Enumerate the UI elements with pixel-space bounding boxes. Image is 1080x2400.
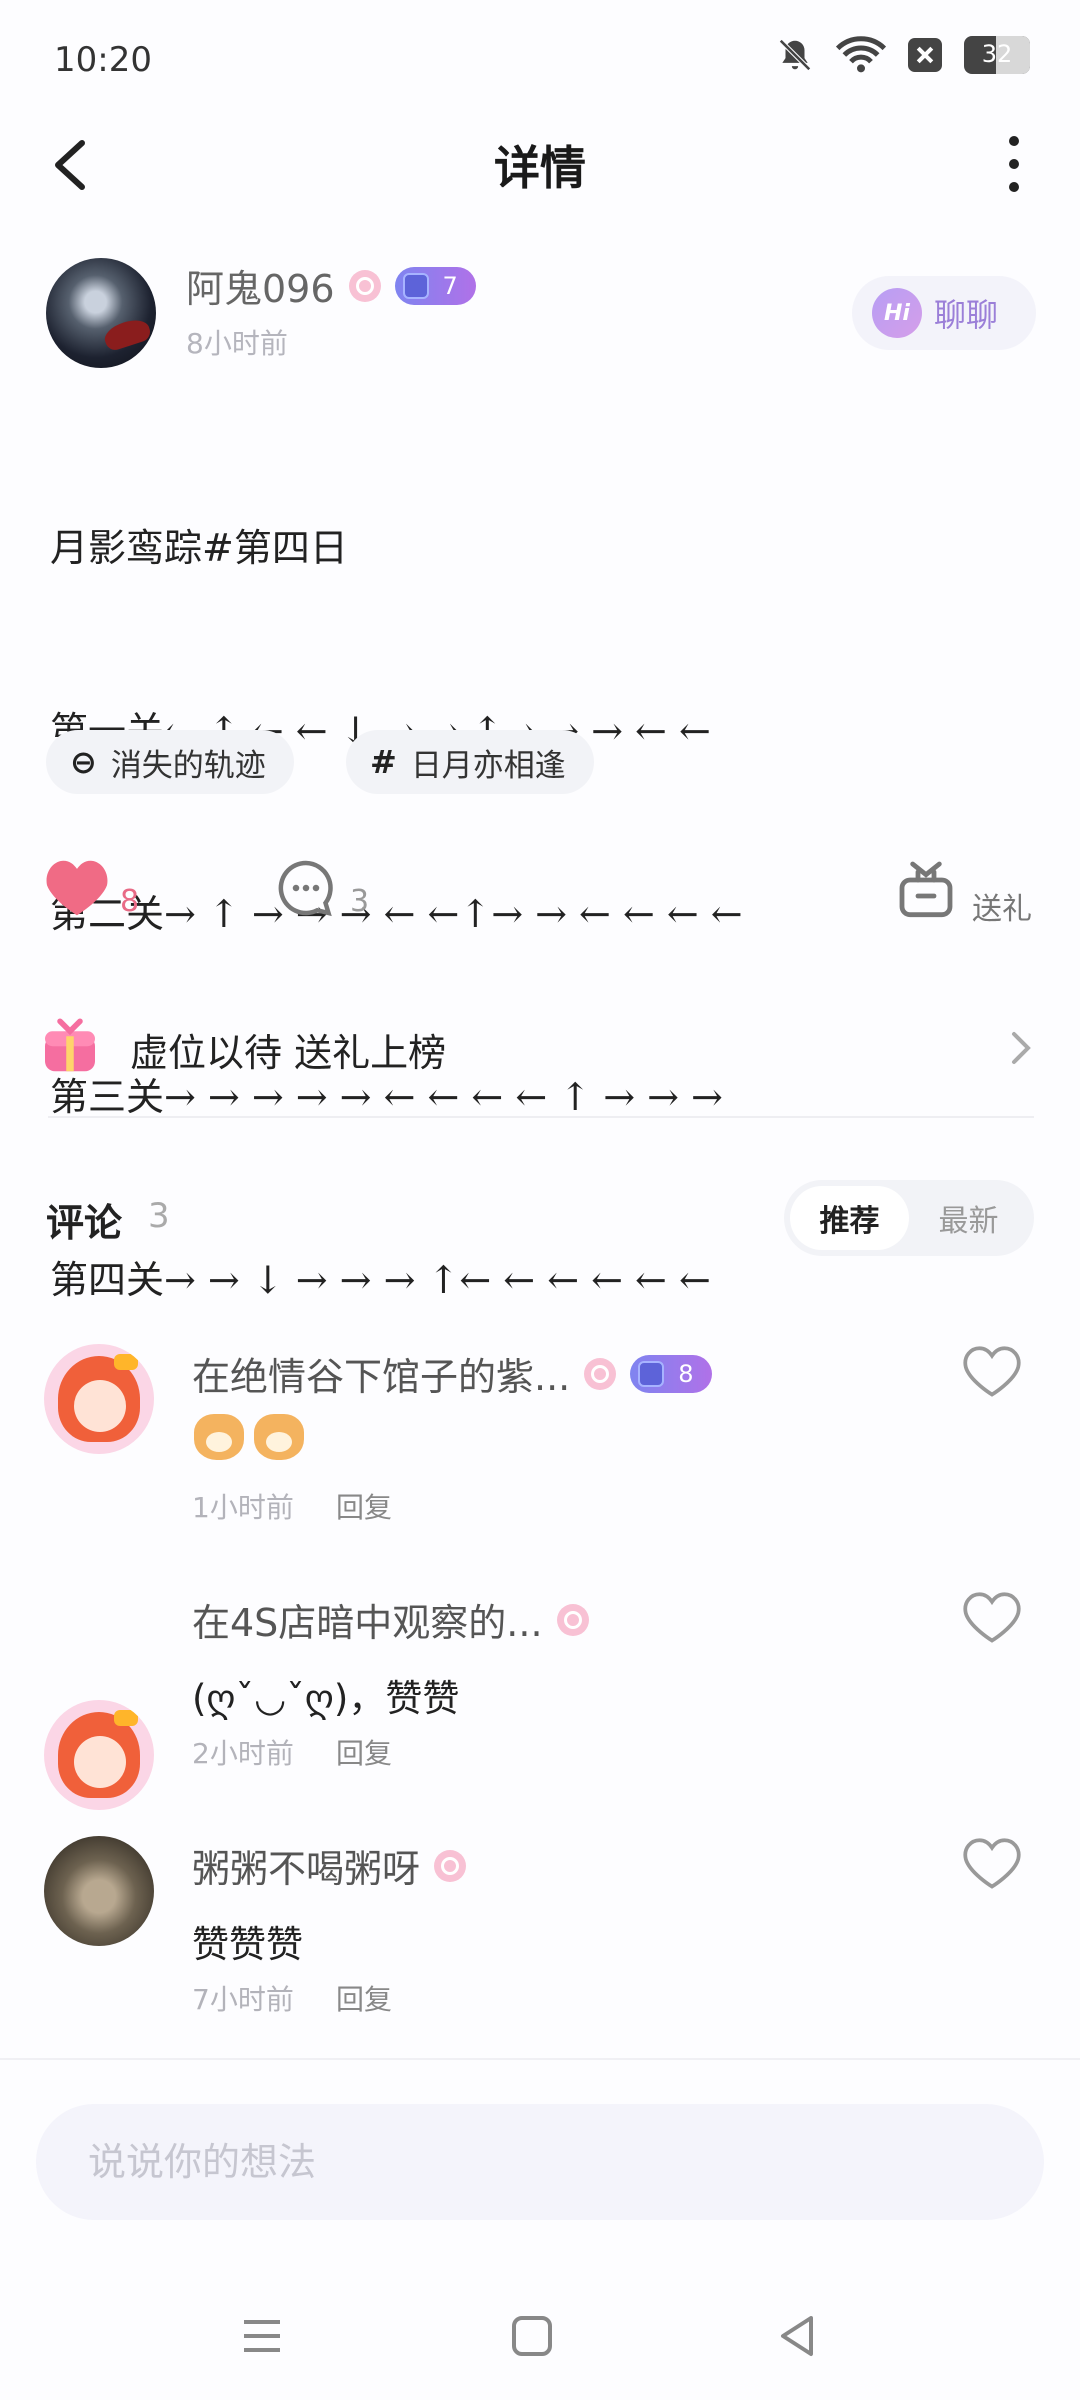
pink-badge-icon bbox=[584, 1357, 617, 1390]
battery-level: 32 bbox=[981, 40, 1013, 68]
comment-emoji bbox=[194, 1414, 304, 1460]
comment-bubble-icon[interactable] bbox=[276, 858, 336, 918]
menu-nav-icon[interactable] bbox=[240, 2316, 284, 2356]
status-time: 10:20 bbox=[54, 40, 152, 80]
reply-button[interactable]: 回复 bbox=[336, 1978, 392, 2018]
author-name[interactable]: 阿鬼096 bbox=[186, 258, 335, 313]
page-title: 详情 bbox=[494, 141, 586, 195]
pink-badge-icon bbox=[556, 1603, 589, 1636]
gem-icon bbox=[402, 272, 429, 299]
status-icons: 32 bbox=[776, 36, 1030, 74]
gift-box-icon bbox=[45, 1018, 95, 1072]
commenter-name[interactable]: 粥粥不喝粥呀 bbox=[192, 1838, 420, 1893]
comment-header: 粥粥不喝粥呀 bbox=[192, 1838, 467, 1893]
comment-time: 7小时前 bbox=[192, 1983, 294, 2016]
commenter-avatar[interactable] bbox=[44, 1700, 154, 1810]
home-nav-icon[interactable] bbox=[510, 2314, 554, 2358]
topic-label: 日月亦相逢 bbox=[410, 747, 566, 784]
author-row: 阿鬼096 7 bbox=[186, 258, 476, 313]
wifi-icon bbox=[836, 36, 886, 73]
sort-newest[interactable]: 最新 bbox=[909, 1186, 1028, 1250]
commenter-avatar[interactable] bbox=[44, 1344, 154, 1454]
topic-tag-sun-moon[interactable]: # 日月亦相逢 bbox=[346, 730, 594, 794]
level-badge: 8 bbox=[630, 1354, 712, 1393]
comment-like-heart-icon[interactable] bbox=[962, 1590, 1022, 1646]
x-box-icon bbox=[908, 38, 942, 72]
divider bbox=[48, 1116, 1034, 1118]
commenter-avatar[interactable] bbox=[44, 1836, 154, 1946]
chat-button[interactable]: Hi 聊聊 bbox=[852, 276, 1036, 350]
comment-count: 3 bbox=[350, 884, 370, 919]
back-nav-icon[interactable] bbox=[776, 2314, 818, 2358]
gem-icon bbox=[638, 1360, 665, 1387]
comment-like-heart-icon[interactable] bbox=[962, 1836, 1022, 1892]
commenter-name[interactable]: 在4S店暗中观察的... bbox=[192, 1592, 543, 1647]
chevron-right-icon[interactable] bbox=[1010, 1030, 1032, 1066]
comment-header: 在4S店暗中观察的... bbox=[192, 1592, 589, 1647]
chat-label: 聊聊 bbox=[934, 296, 999, 334]
mute-icon bbox=[779, 39, 811, 71]
like-heart-icon[interactable] bbox=[44, 858, 110, 918]
more-dot-icon bbox=[1009, 136, 1019, 146]
reply-button[interactable]: 回复 bbox=[336, 1732, 392, 1772]
post-line: 月影鸾踪#第四日 bbox=[50, 526, 348, 570]
circle-topic-icon: ⊖ bbox=[70, 743, 97, 781]
author-avatar[interactable] bbox=[46, 258, 156, 368]
like-count: 8 bbox=[120, 884, 140, 919]
reply-button[interactable]: 回复 bbox=[336, 1486, 392, 1526]
level-number: 8 bbox=[678, 1359, 694, 1388]
comment-time: 2小时前 bbox=[192, 1737, 294, 1770]
more-options-button[interactable] bbox=[994, 136, 1034, 192]
comments-title: 评论 bbox=[46, 1201, 123, 1245]
comment-text: 赞赞赞 bbox=[192, 1923, 303, 1966]
comment-text: (ღˇ◡ˇღ)，赞赞 bbox=[192, 1677, 460, 1720]
topic-label: 消失的轨迹 bbox=[110, 747, 266, 784]
hash-icon: # bbox=[370, 743, 397, 781]
post-line: 第二关→ ↑ → → → ← ←↑→ → ← ← ← ← bbox=[50, 892, 743, 936]
level-badge: 7 bbox=[394, 266, 476, 305]
comment-time: 1小时前 bbox=[192, 1491, 294, 1524]
comment-like-heart-icon[interactable] bbox=[962, 1344, 1022, 1400]
hi-chat-icon: Hi bbox=[872, 288, 922, 338]
pink-badge-icon bbox=[348, 269, 381, 302]
comment-header: 在绝情谷下馆子的紫... 8 bbox=[192, 1346, 712, 1401]
gift-rank-banner[interactable]: 虚位以待 送礼上榜 bbox=[130, 1022, 446, 1077]
gift-label[interactable]: 送礼 bbox=[972, 884, 1032, 928]
level-number: 7 bbox=[442, 271, 458, 300]
comments-count: 3 bbox=[148, 1196, 170, 1236]
dog-emoji-icon bbox=[194, 1414, 244, 1460]
post-line: 第四关→ → ↓ → → → ↑← ← ← ← ← ← bbox=[50, 1258, 711, 1302]
gift-icon[interactable] bbox=[894, 856, 958, 920]
commenter-name[interactable]: 在绝情谷下馆子的紫... bbox=[192, 1346, 570, 1401]
comment-input[interactable] bbox=[36, 2104, 1044, 2220]
author-post-time: 8小时前 bbox=[186, 327, 288, 360]
pink-badge-icon bbox=[434, 1849, 467, 1882]
comment-sort-toggle: 推荐 最新 bbox=[784, 1180, 1034, 1256]
battery-icon: 32 bbox=[964, 36, 1030, 74]
sort-recommended[interactable]: 推荐 bbox=[790, 1186, 909, 1250]
footer-divider bbox=[0, 2058, 1080, 2060]
topic-tag-disappeared-track[interactable]: ⊖ 消失的轨迹 bbox=[46, 730, 294, 794]
dog-emoji-icon bbox=[254, 1414, 304, 1460]
